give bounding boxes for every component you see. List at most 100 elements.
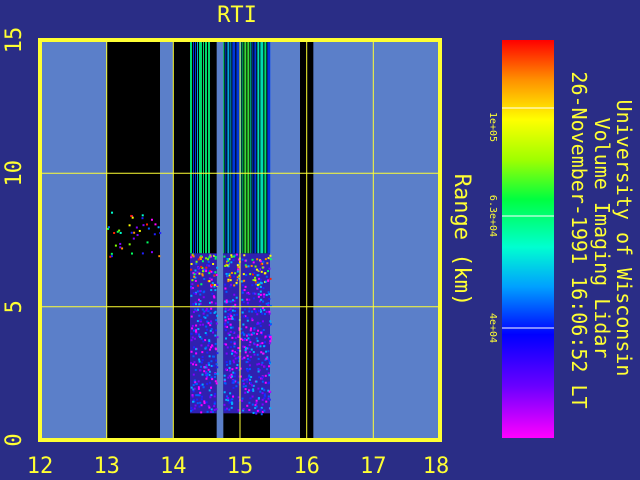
backscatter-point xyxy=(252,351,255,354)
backscatter-point xyxy=(199,318,202,321)
backscatter-point xyxy=(198,314,201,317)
backscatter-point xyxy=(198,303,201,306)
backscatter-point xyxy=(225,368,228,371)
speckle-point xyxy=(119,242,122,245)
backscatter-point xyxy=(247,389,250,392)
backscatter-point xyxy=(199,369,202,372)
backscatter-point xyxy=(231,368,234,371)
backscatter-point xyxy=(243,289,246,292)
backscatter-point xyxy=(227,313,230,316)
backscatter-point xyxy=(196,307,199,310)
backscatter-point xyxy=(246,316,249,319)
backscatter-point xyxy=(233,314,236,317)
backscatter-point xyxy=(196,271,199,274)
backscatter-point xyxy=(225,398,228,401)
backscatter-point xyxy=(267,382,270,385)
backscatter-point xyxy=(241,298,244,301)
streak xyxy=(227,40,230,254)
backscatter-point xyxy=(268,337,271,340)
backscatter-point xyxy=(257,295,260,298)
backscatter-point xyxy=(248,344,251,347)
backscatter-point xyxy=(215,322,218,325)
backscatter-point xyxy=(256,363,259,366)
backscatter-point xyxy=(197,284,200,287)
backscatter-point xyxy=(268,293,271,296)
speckle-point xyxy=(118,229,121,232)
backscatter-point xyxy=(211,282,214,285)
backscatter-point xyxy=(193,273,196,276)
x-tick-label: 15 xyxy=(227,454,254,479)
backscatter-point xyxy=(252,261,255,264)
backscatter-point xyxy=(254,411,257,414)
streak xyxy=(264,40,267,254)
backscatter-point xyxy=(237,266,240,269)
backscatter-point xyxy=(262,352,265,355)
backscatter-point xyxy=(235,385,238,388)
backscatter-point xyxy=(259,260,262,263)
backscatter-point xyxy=(201,273,204,276)
backscatter-point xyxy=(233,375,236,378)
backscatter-point xyxy=(224,264,227,267)
no-return-column xyxy=(173,40,190,440)
y-tick-label: 5 xyxy=(2,300,27,313)
backscatter-point xyxy=(199,323,202,326)
backscatter-point xyxy=(261,387,264,390)
backscatter-point xyxy=(250,348,253,351)
backscatter-point xyxy=(202,340,205,343)
backscatter-point xyxy=(209,254,212,257)
chart-title: RTI xyxy=(217,3,257,28)
streak xyxy=(260,40,264,254)
backscatter-point xyxy=(253,343,256,346)
backscatter-point xyxy=(248,359,251,362)
backscatter-point xyxy=(225,337,228,340)
backscatter-point xyxy=(229,362,232,365)
backscatter-point xyxy=(208,406,211,409)
backscatter-point xyxy=(245,378,248,381)
backscatter-point xyxy=(205,270,208,273)
backscatter-point xyxy=(226,321,229,324)
colorbar-tick-label: 1e+05 xyxy=(487,112,498,142)
speckle-point xyxy=(136,234,139,237)
backscatter-point xyxy=(199,401,202,404)
backscatter-point xyxy=(244,259,247,262)
backscatter-point xyxy=(267,279,270,282)
backscatter-point xyxy=(203,402,206,405)
backscatter-point xyxy=(212,295,215,298)
backscatter-point xyxy=(224,307,227,310)
backscatter-point xyxy=(227,280,230,283)
streak xyxy=(232,40,236,254)
backscatter-point xyxy=(269,323,272,326)
backscatter-point xyxy=(190,332,193,335)
backscatter-point xyxy=(251,310,254,313)
backscatter-point xyxy=(230,271,233,274)
backscatter-point xyxy=(216,366,219,369)
backscatter-point xyxy=(262,295,265,298)
backscatter-point xyxy=(244,349,247,352)
backscatter-point xyxy=(191,279,194,282)
backscatter-point xyxy=(260,263,263,266)
backscatter-point xyxy=(206,328,209,331)
backscatter-point xyxy=(233,379,236,382)
backscatter-point xyxy=(260,331,263,334)
backscatter-point xyxy=(251,403,254,406)
backscatter-point xyxy=(261,376,264,379)
backscatter-point xyxy=(202,386,205,389)
backscatter-point xyxy=(208,348,211,351)
backscatter-point xyxy=(252,279,255,282)
streak xyxy=(199,40,202,254)
backscatter-point xyxy=(235,281,238,284)
backscatter-point xyxy=(269,407,272,410)
backscatter-point xyxy=(214,334,217,337)
backscatter-point xyxy=(242,408,245,411)
x-tick-label: 14 xyxy=(160,454,187,479)
backscatter-point xyxy=(204,316,207,319)
backscatter-point xyxy=(194,330,197,333)
backscatter-point xyxy=(267,350,270,353)
backscatter-point xyxy=(204,372,207,375)
backscatter-point xyxy=(205,346,208,349)
backscatter-point xyxy=(225,352,228,355)
backscatter-point xyxy=(199,290,202,293)
backscatter-point xyxy=(233,354,236,357)
backscatter-point xyxy=(224,382,227,385)
backscatter-point xyxy=(205,377,208,380)
